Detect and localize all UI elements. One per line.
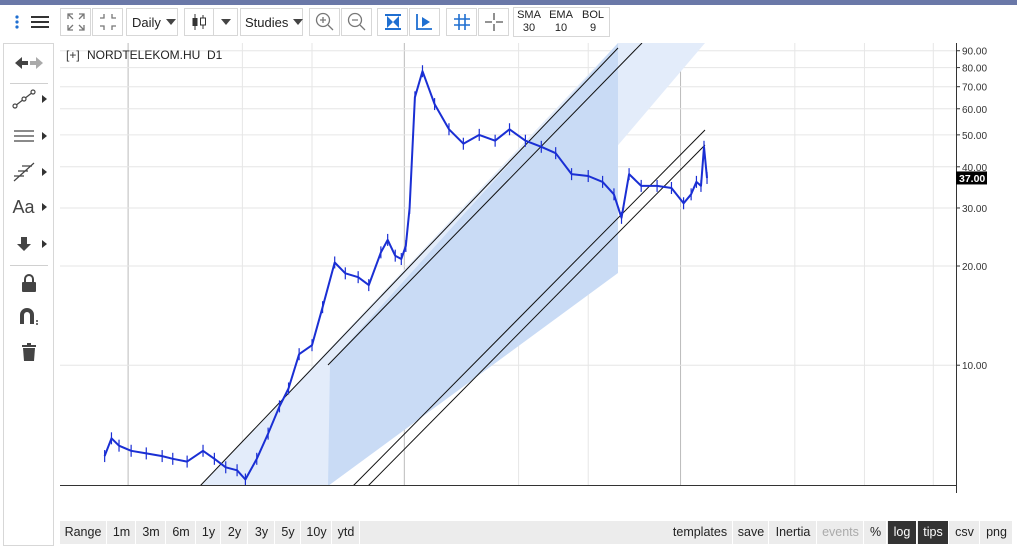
- cursor-icon[interactable]: [409, 8, 440, 36]
- drawing-sidebar: Aa: [3, 43, 54, 546]
- back-forward-icon[interactable]: [4, 48, 53, 78]
- events-button[interactable]: events: [818, 521, 864, 544]
- y-tick-label: 60.00: [962, 105, 987, 116]
- chevron-right-icon: [42, 132, 47, 140]
- shrink-icon[interactable]: [92, 8, 123, 36]
- range-1y[interactable]: 1y: [197, 521, 221, 544]
- magnet-icon[interactable]: [4, 301, 53, 331]
- indicator-name: BOL: [581, 9, 604, 21]
- indicator-name: SMA: [517, 9, 541, 21]
- bottom-bar: Range 1m 3m 6m 1y 2y 3y 5y 10y ytd templ…: [60, 521, 1012, 544]
- inertia-button[interactable]: Inertia: [770, 521, 817, 544]
- chevron-down-icon: [165, 19, 176, 25]
- chart-type-dropdown[interactable]: [213, 8, 238, 36]
- trash-icon[interactable]: [4, 337, 53, 367]
- range-10y[interactable]: 10y: [302, 521, 332, 544]
- expand-toggle[interactable]: [+]: [66, 48, 80, 62]
- sidebar-divider: [10, 265, 48, 266]
- y-tick-label: 10.00: [962, 361, 987, 372]
- chevron-down-icon: [293, 19, 304, 25]
- chevron-right-icon: [42, 240, 47, 248]
- price-axis: 10.0020.0030.0040.0050.0060.0070.0080.00…: [956, 43, 987, 493]
- csv-button[interactable]: csv: [950, 521, 980, 544]
- toolbar: Daily Studies SMA 30 EMA 10 BOL 9: [0, 5, 1017, 38]
- y-tick-label: 90.00: [962, 47, 987, 58]
- crosshair-icon[interactable]: [478, 8, 509, 36]
- range-5y[interactable]: 5y: [276, 521, 301, 544]
- interval-label: Daily: [132, 14, 161, 30]
- fullscreen-icon[interactable]: [60, 8, 91, 36]
- range-2y[interactable]: 2y: [222, 521, 248, 544]
- range-button[interactable]: Range: [60, 521, 107, 544]
- chevron-right-icon: [42, 168, 47, 176]
- chevron-down-icon: [220, 19, 231, 25]
- percent-button[interactable]: %: [865, 521, 887, 544]
- chevron-right-icon: [42, 203, 47, 211]
- range-1m[interactable]: 1m: [108, 521, 136, 544]
- log-toggle[interactable]: log: [888, 521, 917, 544]
- y-axis-ticks: 10.0020.0030.0040.0050.0060.0070.0080.00…: [956, 43, 987, 493]
- chevron-right-icon: [42, 95, 47, 103]
- period-label: D1: [207, 48, 223, 62]
- zoom-out-icon[interactable]: [341, 8, 372, 36]
- templates-button[interactable]: templates: [668, 521, 733, 544]
- indicator-bol[interactable]: BOL 9: [577, 7, 609, 37]
- indicator-value: 30: [522, 22, 536, 34]
- candlestick-icon[interactable]: [184, 8, 214, 36]
- indicator-value: 10: [554, 22, 568, 34]
- price-chart[interactable]: 2017junsep2018junsep2019junsepdec [+] NO…: [60, 43, 956, 486]
- range-6m[interactable]: 6m: [167, 521, 196, 544]
- range-3m[interactable]: 3m: [137, 521, 166, 544]
- grid-icon[interactable]: [446, 8, 477, 36]
- png-button[interactable]: png: [981, 521, 1012, 544]
- text-icon: Aa: [12, 196, 35, 217]
- indicator-ema[interactable]: EMA 10: [545, 7, 577, 37]
- indicator-value: 9: [589, 22, 597, 34]
- save-button[interactable]: save: [734, 521, 769, 544]
- studies-dropdown[interactable]: Studies: [240, 8, 304, 36]
- channel-fill-dark: [328, 43, 618, 486]
- range-3y[interactable]: 3y: [249, 521, 275, 544]
- indicator-name: EMA: [549, 9, 573, 21]
- symbol-label: NORDTELEKOM.HU: [87, 48, 200, 62]
- hamburger-icon[interactable]: [27, 8, 53, 36]
- y-tick-label: 80.00: [962, 64, 987, 75]
- arrow-down-icon[interactable]: [4, 229, 53, 259]
- lock-icon[interactable]: [4, 268, 53, 298]
- indicator-sma[interactable]: SMA 30: [513, 7, 545, 37]
- current-price-label: 37.00: [959, 173, 985, 185]
- zoom-in-icon[interactable]: [309, 8, 340, 36]
- trendline-icon[interactable]: [4, 84, 53, 114]
- y-tick-label: 50.00: [962, 131, 987, 142]
- range-ytd[interactable]: ytd: [333, 521, 360, 544]
- text-tool[interactable]: Aa: [4, 192, 53, 222]
- studies-label: Studies: [245, 14, 289, 30]
- menu-dots-icon[interactable]: [8, 8, 25, 36]
- y-tick-label: 70.00: [962, 83, 987, 94]
- fib-icon[interactable]: [4, 157, 53, 187]
- y-tick-label: 20.00: [962, 262, 987, 273]
- range-select-icon[interactable]: [377, 8, 408, 36]
- y-tick-label: 30.00: [962, 204, 987, 215]
- interval-dropdown[interactable]: Daily: [126, 8, 178, 36]
- tips-toggle[interactable]: tips: [918, 521, 949, 544]
- lines-icon[interactable]: [4, 121, 53, 151]
